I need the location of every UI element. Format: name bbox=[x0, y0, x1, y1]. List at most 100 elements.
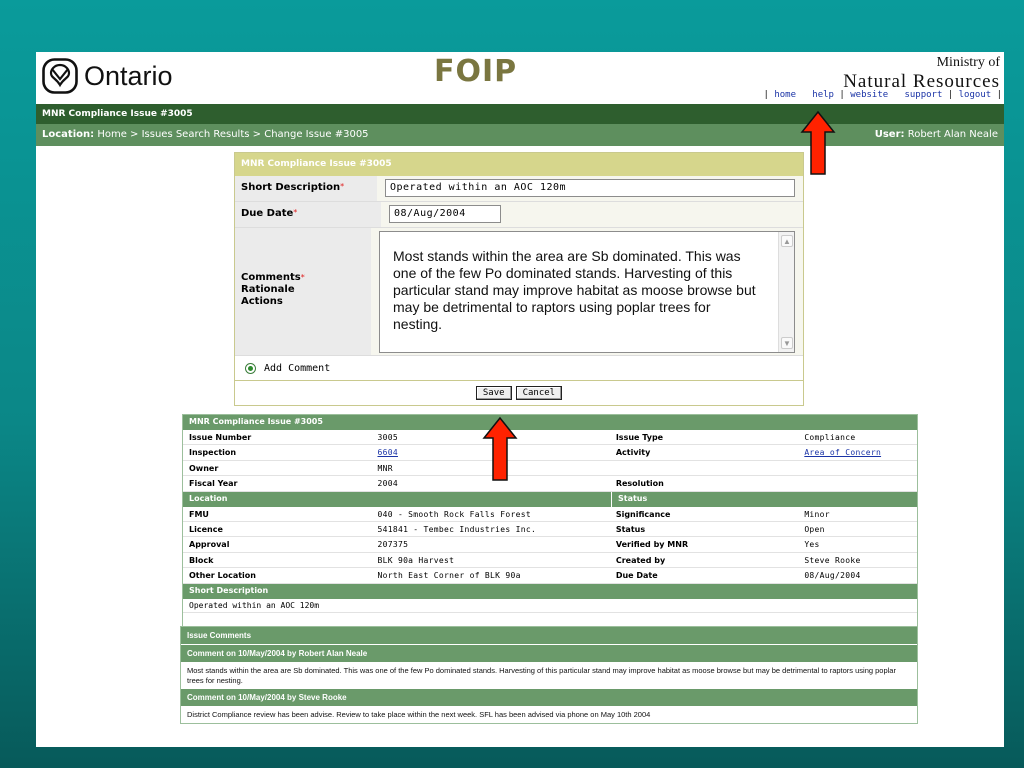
scroll-up-icon[interactable]: ▲ bbox=[781, 235, 793, 247]
textarea-scrollbar[interactable]: ▲ ▼ bbox=[778, 232, 794, 352]
table-cell: FMU bbox=[189, 509, 209, 519]
table-cell: Fiscal Year bbox=[189, 479, 238, 489]
logout-link[interactable]: logout bbox=[959, 90, 992, 100]
change-issue-form: MNR Compliance Issue #3005 Short Descrip… bbox=[234, 152, 804, 406]
location-label: Location: bbox=[42, 129, 95, 140]
table-cell: Yes bbox=[804, 540, 820, 550]
table-cell: Block bbox=[189, 555, 214, 565]
table-cell: Status bbox=[615, 524, 646, 534]
title-bar: MNR Compliance Issue #3005 bbox=[36, 104, 1004, 124]
table-row: Issue Number 3005 Issue Type Compliance bbox=[183, 430, 917, 446]
comment-title: Comment on 10/May/2004 by Steve Rooke bbox=[181, 689, 917, 707]
table-row: Other Location North East Corner of BLK 9… bbox=[183, 568, 917, 584]
save-button[interactable]: Save bbox=[475, 385, 512, 400]
table-row: Owner MNR bbox=[183, 461, 917, 477]
form-buttons: Save Cancel bbox=[235, 380, 803, 404]
logo-text: Ontario bbox=[84, 60, 173, 91]
user-label: User: bbox=[874, 129, 905, 140]
table-cell: Significance bbox=[615, 509, 671, 519]
home-link[interactable]: home bbox=[774, 90, 796, 100]
table-cell: Activity bbox=[615, 448, 651, 458]
add-comment-option[interactable]: Add Comment bbox=[235, 356, 803, 380]
location-bar: Location: Home > Issues Search Results >… bbox=[36, 124, 1004, 146]
cancel-button[interactable]: Cancel bbox=[515, 385, 563, 400]
comments-row: Comments* Rationale Actions Most stands … bbox=[235, 228, 803, 356]
table-cell bbox=[610, 461, 798, 475]
red-up-arrow-icon bbox=[482, 416, 518, 481]
scroll-down-icon[interactable]: ▼ bbox=[781, 337, 793, 349]
ministry-line-1: Ministry of bbox=[936, 55, 1000, 70]
due-date-input[interactable]: 08/Aug/2004 bbox=[389, 205, 501, 223]
ontario-logo[interactable]: Ontario bbox=[42, 58, 173, 94]
table-cell: Created by bbox=[615, 555, 666, 565]
table-cell: Minor bbox=[804, 509, 830, 519]
table-cell: 207375 bbox=[377, 540, 409, 550]
add-comment-radio[interactable] bbox=[245, 362, 256, 374]
detail-link[interactable]: 6604 bbox=[377, 448, 397, 457]
detail-header: MNR Compliance Issue #3005 bbox=[183, 415, 917, 430]
support-link[interactable]: support bbox=[904, 90, 942, 100]
status-header: Status bbox=[612, 491, 917, 507]
table-row: Fiscal Year 2004 Resolution bbox=[183, 476, 917, 492]
table-row: Licence 541841 - Tembec Industries Inc. St… bbox=[183, 522, 917, 538]
comment-text: Most stands within the area are Sb domin… bbox=[187, 666, 896, 685]
table-cell: Issue Type bbox=[615, 433, 664, 442]
section-headers: Location Status bbox=[183, 491, 917, 507]
table-cell: Issue Number bbox=[189, 433, 252, 442]
form-header: MNR Compliance Issue #3005 bbox=[235, 153, 803, 176]
issue-comments: Issue Comments Comment on 10/May/2004 by… bbox=[180, 626, 918, 724]
table-cell: Licence bbox=[189, 524, 223, 534]
table-cell: North East Corner of BLK 90a bbox=[377, 571, 521, 581]
table-cell: Approval bbox=[189, 540, 230, 550]
due-date-label: Due Date* bbox=[235, 202, 381, 227]
comments-header: Issue Comments bbox=[181, 627, 917, 645]
table-cell: 08/Aug/2004 bbox=[804, 571, 861, 581]
table-cell: 040 - Smooth Rock Falls Forest bbox=[377, 509, 531, 519]
add-comment-label: Add Comment bbox=[264, 362, 331, 374]
table-cell: Open bbox=[804, 524, 825, 534]
table-cell: Compliance bbox=[804, 433, 856, 442]
table-cell: Inspection bbox=[189, 448, 237, 458]
comments-label: Comments* Rationale Actions bbox=[235, 228, 371, 355]
table-cell: Other Location bbox=[189, 571, 256, 581]
site-header: Ontario FOIP Ministry of Natural Resourc… bbox=[36, 52, 1004, 104]
table-cell bbox=[798, 476, 917, 490]
table-cell: 541841 - Tembec Industries Inc. bbox=[377, 524, 537, 534]
detail-rows-a: Issue Number 3005 Issue Type Compliance Insp… bbox=[183, 430, 917, 492]
table-cell bbox=[798, 461, 917, 475]
comments-textarea[interactable]: Most stands within the area are Sb domin… bbox=[379, 231, 795, 353]
table-cell: Owner bbox=[189, 463, 219, 473]
ministry-name: Ministry of Natural Resources bbox=[843, 55, 1000, 93]
table-cell[interactable]: Area of Concern bbox=[798, 445, 917, 459]
detail-rows-b: FMU 040 - Smooth Rock Falls Forest Signifi… bbox=[183, 507, 917, 584]
top-links: | home help | website support | logout | bbox=[763, 90, 1002, 100]
table-cell: BLK 90a Harvest bbox=[377, 555, 455, 565]
table-row: Block BLK 90a Harvest Created by Steve Rook… bbox=[183, 553, 917, 569]
short-description-row: Short Description* Operated within an AO… bbox=[235, 176, 803, 202]
short-description-input[interactable]: Operated within an AOC 120m bbox=[385, 179, 795, 197]
browser-screen: Ontario FOIP Ministry of Natural Resourc… bbox=[36, 52, 1004, 747]
user-name: Robert Alan Neale bbox=[907, 129, 998, 140]
comment-title: Comment on 10/May/2004 by Robert Alan Ne… bbox=[181, 645, 917, 663]
table-row: Approval 207375 Verified by MNR Yes bbox=[183, 537, 917, 553]
short-description-value: Operated within an AOC 120m bbox=[183, 599, 917, 613]
table-row: FMU 040 - Smooth Rock Falls Forest Signifi… bbox=[183, 507, 917, 522]
table-cell: Resolution bbox=[615, 479, 664, 489]
table-row: Inspection 6604 Activity Area of Concern bbox=[183, 445, 917, 461]
comment-text: District Compliance review has been advi… bbox=[187, 710, 651, 719]
location-header: Location bbox=[183, 491, 611, 507]
table-cell: Due Date bbox=[615, 571, 658, 581]
short-description-label: Short Description* bbox=[235, 176, 377, 201]
table-cell: Verified by MNR bbox=[615, 540, 689, 550]
breadcrumb[interactable]: Home > Issues Search Results > Change Is… bbox=[97, 129, 368, 140]
user-info: User: Robert Alan Neale bbox=[875, 129, 998, 140]
detail-link[interactable]: Area of Concern bbox=[804, 448, 881, 457]
website-link[interactable]: website bbox=[850, 90, 888, 100]
app-title: FOIP bbox=[434, 54, 518, 89]
help-link[interactable]: help bbox=[812, 90, 834, 100]
due-date-row: Due Date* 08/Aug/2004 bbox=[235, 202, 803, 228]
issue-detail-table: MNR Compliance Issue #3005 Issue Number 3… bbox=[182, 414, 918, 627]
table-cell: Steve Rooke bbox=[804, 555, 861, 565]
red-up-arrow-icon bbox=[800, 110, 836, 175]
trillium-logo-icon bbox=[42, 58, 78, 94]
